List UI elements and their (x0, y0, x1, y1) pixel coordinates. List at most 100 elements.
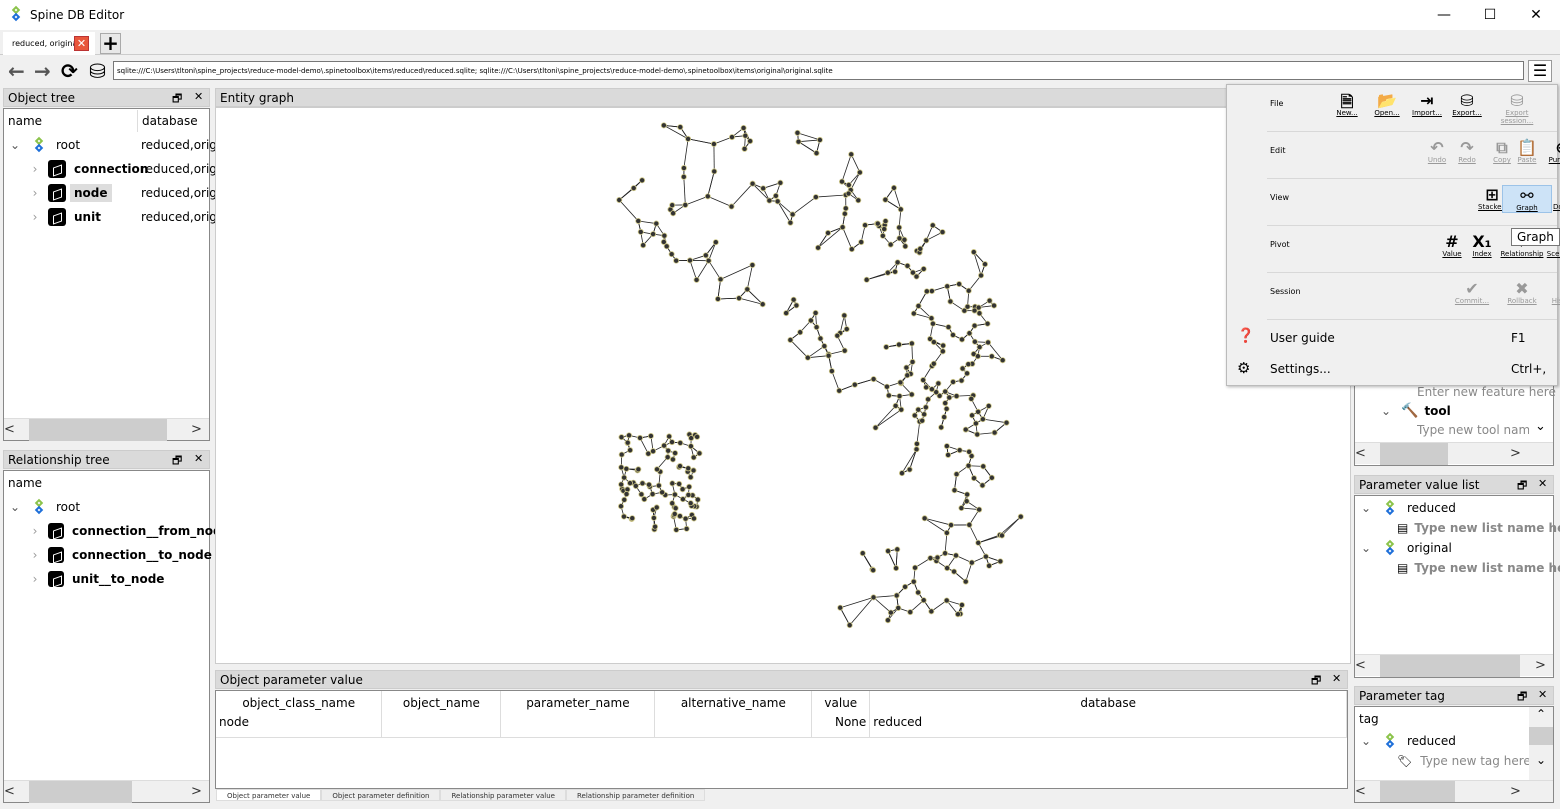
graph-node[interactable] (894, 259, 901, 266)
graph-node[interactable] (671, 510, 678, 517)
graph-node[interactable] (927, 555, 934, 562)
graph-node[interactable] (971, 322, 978, 329)
graph-node[interactable] (929, 222, 936, 229)
graph-node[interactable] (650, 448, 657, 455)
column-header-tag[interactable]: tag (1359, 708, 1379, 730)
graph-node[interactable] (639, 177, 646, 184)
graph-node[interactable] (895, 604, 902, 611)
graph-node[interactable] (928, 288, 935, 295)
graph-node[interactable] (890, 184, 897, 191)
graph-node[interactable] (944, 283, 951, 290)
scroll-down-icon[interactable]: ⌄ (1535, 419, 1546, 434)
graph-node[interactable] (1003, 419, 1010, 426)
graph-node[interactable] (661, 232, 668, 239)
graph-node[interactable] (661, 442, 668, 449)
graph-node[interactable] (976, 344, 983, 351)
graph-node[interactable] (953, 393, 960, 400)
tree-item-connection[interactable]: › connection (26, 158, 148, 180)
graph-node[interactable] (930, 360, 937, 367)
graph-node[interactable] (787, 336, 794, 343)
graph-node[interactable] (759, 301, 766, 308)
graph-node[interactable] (630, 185, 637, 192)
graph-node[interactable] (913, 440, 920, 447)
graph-node[interactable] (772, 192, 779, 199)
close-icon[interactable]: ✕ (194, 452, 203, 465)
graph-node[interactable] (843, 326, 850, 333)
graph-node[interactable] (669, 202, 676, 209)
graph-node[interactable] (870, 567, 877, 574)
graph-node[interactable] (976, 310, 983, 317)
column-header-name[interactable]: name (8, 110, 138, 132)
graph-node[interactable] (649, 491, 656, 498)
graph-node[interactable] (821, 343, 828, 350)
graph-node[interactable] (966, 330, 973, 337)
graph-node[interactable] (904, 372, 911, 379)
list-placeholder[interactable]: ▤ Type new list name here (1397, 557, 1560, 579)
graph-node[interactable] (991, 429, 998, 436)
graph-node[interactable] (817, 335, 824, 342)
menu-button-export-session[interactable]: ⛁ Export session... (1492, 91, 1542, 125)
graph-node[interactable] (941, 414, 948, 421)
tree-item-relationship-class[interactable]: › connection__to_node (26, 544, 212, 566)
graph-node[interactable] (965, 462, 972, 469)
graph-node[interactable] (898, 406, 905, 413)
graph-node[interactable] (979, 482, 986, 489)
graph-node[interactable] (1017, 513, 1024, 520)
graph-node[interactable] (910, 310, 917, 317)
graph-node[interactable] (825, 352, 832, 359)
add-tab-button[interactable]: + (100, 33, 121, 54)
graph-node[interactable] (898, 470, 905, 477)
graph-node[interactable] (945, 324, 952, 331)
graph-node[interactable] (943, 597, 950, 604)
graph-node[interactable] (901, 236, 908, 243)
graph-node[interactable] (946, 394, 953, 401)
graph-node[interactable] (669, 439, 676, 446)
minimize-button[interactable]: — (1421, 0, 1467, 30)
graph-node[interactable] (858, 239, 865, 246)
graph-node[interactable] (626, 432, 633, 439)
column-header-database[interactable]: database (137, 110, 210, 132)
graph-node[interactable] (968, 559, 975, 566)
graph-node[interactable] (915, 302, 922, 309)
graph-node[interactable] (947, 298, 954, 305)
menu-item-user-guide[interactable]: ❓ User guide F1 (1237, 328, 1557, 350)
graph-node[interactable] (904, 262, 911, 269)
graph-node[interactable] (632, 482, 639, 489)
graph-node[interactable] (986, 297, 993, 304)
graph-node[interactable] (870, 594, 877, 601)
graph-node[interactable] (676, 513, 683, 520)
graph-node[interactable] (687, 443, 694, 450)
graph-node[interactable] (711, 168, 718, 175)
graph-node[interactable] (948, 522, 955, 529)
graph-node[interactable] (966, 521, 973, 528)
graph-node[interactable] (975, 539, 982, 546)
graph-node[interactable] (855, 197, 862, 204)
graph-node[interactable] (942, 550, 949, 557)
graph-node[interactable] (940, 342, 947, 349)
graph-node[interactable] (787, 219, 794, 226)
graph-node[interactable] (627, 447, 634, 454)
graph-node[interactable] (859, 550, 866, 557)
graph-node[interactable] (729, 134, 736, 141)
forward-icon[interactable]: → (34, 59, 51, 83)
graph-node[interactable] (620, 513, 627, 520)
graph-node[interactable] (884, 617, 891, 624)
graph-node[interactable] (794, 129, 801, 136)
graph-node[interactable] (635, 217, 642, 224)
graph-node[interactable] (999, 357, 1006, 364)
graph-node[interactable] (951, 568, 958, 575)
entity-graph[interactable] (216, 108, 1352, 665)
float-icon[interactable]: 🗗 (172, 452, 182, 471)
menu-button-history[interactable]: ↺History... (1542, 279, 1560, 305)
graph-node[interactable] (813, 324, 820, 331)
float-icon[interactable]: 🗗 (1311, 672, 1321, 691)
graph-node[interactable] (627, 480, 634, 487)
graph-node[interactable] (749, 180, 756, 187)
graph-node[interactable] (923, 237, 930, 244)
graph-node[interactable] (635, 466, 642, 473)
graph-node[interactable] (975, 408, 982, 415)
graph-node[interactable] (958, 377, 965, 384)
chevron-right-icon[interactable]: › (26, 210, 44, 224)
graph-node[interactable] (839, 224, 846, 231)
graph-node[interactable] (749, 262, 756, 269)
